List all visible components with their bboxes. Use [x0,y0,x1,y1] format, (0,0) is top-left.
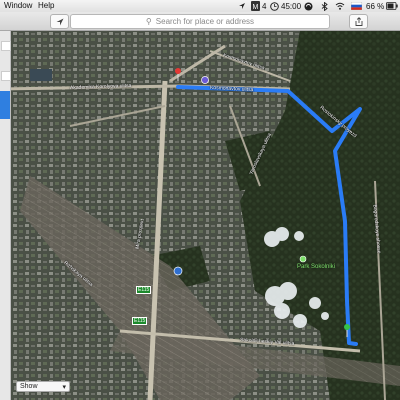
battery-percent: 66 % [366,1,385,11]
bluetooth-icon[interactable] [320,2,329,11]
battery-icon[interactable] [386,2,398,10]
status-indicator: 4 [262,1,267,11]
arrow-icon [56,18,63,25]
menu-help[interactable]: Help [38,1,54,10]
metro-marker-icon[interactable] [173,266,183,276]
menu-window[interactable]: Window [4,1,32,10]
toolbar: ⚲ Search for place or address [0,12,400,31]
app-icon: M [251,1,260,11]
sidebar-control[interactable] [1,71,11,81]
flag-icon[interactable] [351,2,362,10]
search-field[interactable]: ⚲ Search for place or address [70,14,330,29]
sidebar-control[interactable] [1,41,11,51]
location-services-icon [239,3,245,9]
sync-icon [304,2,313,11]
current-location-button[interactable] [50,14,69,29]
show-dropdown-label: Show [20,383,38,390]
show-dropdown[interactable]: Show ▾ [16,381,70,392]
satellite-map[interactable]: Akademika Korolyova ulitsa Kosmonavtov u… [0,31,400,400]
search-placeholder: Search for place or address [155,17,255,26]
park-label: Park Sokolniki [297,264,336,270]
highway-shield: E115 [132,317,148,325]
sidebar-strip[interactable] [0,31,11,400]
menubar-clock: 45:00 [281,1,302,11]
map-canvas [0,31,400,400]
poi-marker-icon[interactable] [201,76,209,84]
wifi-icon[interactable] [335,2,345,10]
chevron-down-icon: ▾ [62,383,66,391]
highway-shield: E115 [136,286,152,294]
park-marker-icon[interactable] [299,255,307,263]
svg-text:M: M [253,4,259,11]
share-icon [355,17,362,26]
share-button[interactable] [349,14,368,29]
sidebar-selected-item[interactable] [0,91,10,119]
search-icon: ⚲ [145,17,152,26]
clock-icon [270,2,279,11]
